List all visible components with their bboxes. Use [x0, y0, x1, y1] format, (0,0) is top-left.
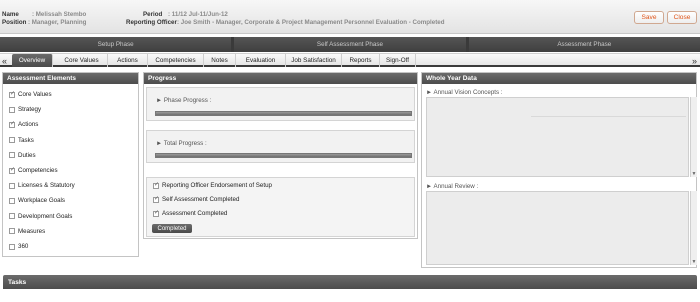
checkbox[interactable] — [153, 209, 159, 217]
checkbox[interactable] — [9, 90, 15, 98]
phase-assessment[interactable]: Assessment Phase — [468, 37, 700, 52]
assessment-element-item[interactable]: Strategy — [9, 106, 41, 113]
review-scrollbar[interactable]: ▼ — [690, 191, 697, 265]
tab-overview[interactable]: Overview — [12, 54, 53, 67]
name-label: Name — [2, 11, 19, 18]
check-assessment[interactable]: Assessment Completed — [153, 209, 228, 217]
assessment-element-item[interactable]: Workplace Goals — [9, 197, 65, 204]
checkbox[interactable] — [9, 213, 15, 220]
position-label: Position — [2, 19, 27, 26]
scroll-down-icon[interactable]: ▼ — [691, 259, 697, 265]
officer-label: Reporting Officer — [126, 19, 177, 26]
tab-notes[interactable]: Notes — [204, 54, 236, 67]
officer-row: Reporting Officer : Joe Smith - Manager,… — [126, 19, 445, 26]
assessment-element-label: Tasks — [18, 136, 34, 144]
tasks-section-title: Tasks — [3, 275, 697, 289]
tabs-prev-arrow[interactable]: « — [0, 54, 9, 67]
completion-checks-box: Reporting Officer Endorsement of Setup S… — [146, 177, 415, 237]
check-endorsement[interactable]: Reporting Officer Endorsement of Setup — [153, 181, 272, 189]
assessment-element-label: Strategy — [18, 106, 42, 114]
assessment-element-item[interactable]: Actions — [9, 120, 39, 129]
vision-scrollbar[interactable]: ▼ — [690, 97, 697, 177]
checkbox[interactable] — [9, 152, 15, 159]
total-progress-label: ► Total Progress : — [156, 140, 207, 147]
checkbox[interactable] — [9, 106, 15, 113]
checkbox[interactable] — [9, 197, 15, 204]
checkbox[interactable] — [9, 182, 15, 189]
assessment-element-label: Development Goals — [18, 212, 73, 220]
position-value: : Manager, Planning — [28, 19, 87, 26]
whole-year-title: Whole Year Data — [422, 73, 696, 84]
checkbox[interactable] — [153, 181, 159, 189]
checkbox[interactable] — [9, 120, 15, 128]
completed-status-button[interactable]: Completed — [152, 224, 192, 233]
phase-progress-bar — [155, 111, 412, 116]
assessment-element-label: 360 — [18, 243, 29, 250]
assessment-element-label: Actions — [18, 121, 39, 129]
assessment-element-label: Core Values — [18, 91, 52, 98]
tab-job-satisfaction[interactable]: Job Satisfaction — [286, 54, 342, 67]
assessment-element-item[interactable]: Tasks — [9, 137, 34, 144]
officer-value: : Joe Smith - Manager, Corporate & Proje… — [177, 19, 445, 26]
phase-setup[interactable]: Setup Phase — [0, 37, 232, 52]
checkbox[interactable] — [9, 243, 15, 250]
name-row: Name : Melissah Stembo — [2, 11, 86, 18]
checkbox[interactable] — [153, 195, 159, 203]
checkbox[interactable] — [9, 228, 15, 235]
tab-actions[interactable]: Actions — [108, 54, 148, 67]
assessment-element-label: Workplace Goals — [18, 197, 65, 205]
period-row: Period : 11/12 Jul-11/Jun-12 — [143, 11, 228, 18]
assessment-element-label: Duties — [18, 151, 36, 159]
employee-header: Name : Melissah Stembo Position : Manage… — [0, 0, 700, 34]
tab-competencies[interactable]: Competencies — [148, 54, 204, 67]
total-progress-box: ► Total Progress : — [146, 130, 415, 163]
progress-title: Progress — [144, 73, 417, 84]
whole-year-panel: Whole Year Data ► Annual Vision Concepts… — [421, 72, 697, 268]
assessment-element-label: Licenses & Statutory — [18, 182, 75, 190]
phase-progress-box: ► Phase Progress : — [146, 87, 415, 121]
assessment-element-item[interactable]: Development Goals — [9, 213, 72, 220]
phase-progress-label: ► Phase Progress : — [156, 97, 212, 104]
check-self-assessment-label: Self Assessment Completed — [162, 196, 240, 203]
assessment-element-item[interactable]: 360 — [9, 243, 28, 250]
tab-bar: « Overview Core Values Actions Competenc… — [0, 53, 700, 67]
tab-evaluation[interactable]: Evaluation — [236, 54, 286, 67]
period-label: Period — [143, 11, 163, 18]
tab-reports[interactable]: Reports — [342, 54, 380, 67]
checkbox[interactable] — [9, 137, 15, 144]
assessment-element-label: Measures — [18, 227, 46, 235]
total-progress-bar — [155, 153, 412, 158]
name-value: : Melissah Stembo — [32, 11, 87, 18]
annual-review-label: ► Annual Review : — [426, 183, 479, 190]
assessment-element-label: Competencies — [18, 167, 58, 174]
phase-self-assessment[interactable]: Self Assessment Phase — [234, 37, 466, 52]
annual-review-textarea[interactable] — [426, 191, 689, 265]
save-button[interactable]: Save — [634, 11, 664, 24]
assessment-element-item[interactable]: Licenses & Statutory — [9, 182, 75, 189]
assessment-element-item[interactable]: Duties — [9, 152, 36, 159]
tabs-next-arrow[interactable]: » — [690, 54, 699, 67]
tab-core-values[interactable]: Core Values — [56, 54, 108, 67]
scroll-down-icon[interactable]: ▼ — [691, 171, 697, 177]
check-endorsement-label: Reporting Officer Endorsement of Setup — [162, 182, 272, 189]
checkbox[interactable] — [9, 166, 15, 174]
text-line — [531, 116, 686, 117]
progress-panel: Progress ► Phase Progress : ► Total Prog… — [143, 72, 418, 239]
assessment-elements-panel: Assessment Elements Core Values Strategy A… — [2, 72, 139, 257]
assessment-element-item[interactable]: Competencies — [9, 166, 58, 174]
annual-vision-label: ► Annual Vision Concepts : — [426, 89, 503, 96]
check-assessment-label: Assessment Completed — [162, 210, 228, 217]
check-self-assessment[interactable]: Self Assessment Completed — [153, 195, 240, 203]
assessment-elements-title: Assessment Elements — [3, 73, 138, 84]
period-value: : 11/12 Jul-11/Jun-12 — [168, 11, 228, 18]
annual-vision-textarea[interactable] — [426, 97, 689, 177]
assessment-element-item[interactable]: Core Values — [9, 90, 52, 98]
phase-bar: Setup Phase Self Assessment Phase Assess… — [0, 37, 700, 52]
assessment-element-item[interactable]: Measures — [9, 228, 45, 235]
tab-sign-off[interactable]: Sign-Off — [380, 54, 416, 67]
position-row: Position : Manager, Planning — [2, 19, 86, 26]
close-button[interactable]: Close — [667, 11, 697, 24]
